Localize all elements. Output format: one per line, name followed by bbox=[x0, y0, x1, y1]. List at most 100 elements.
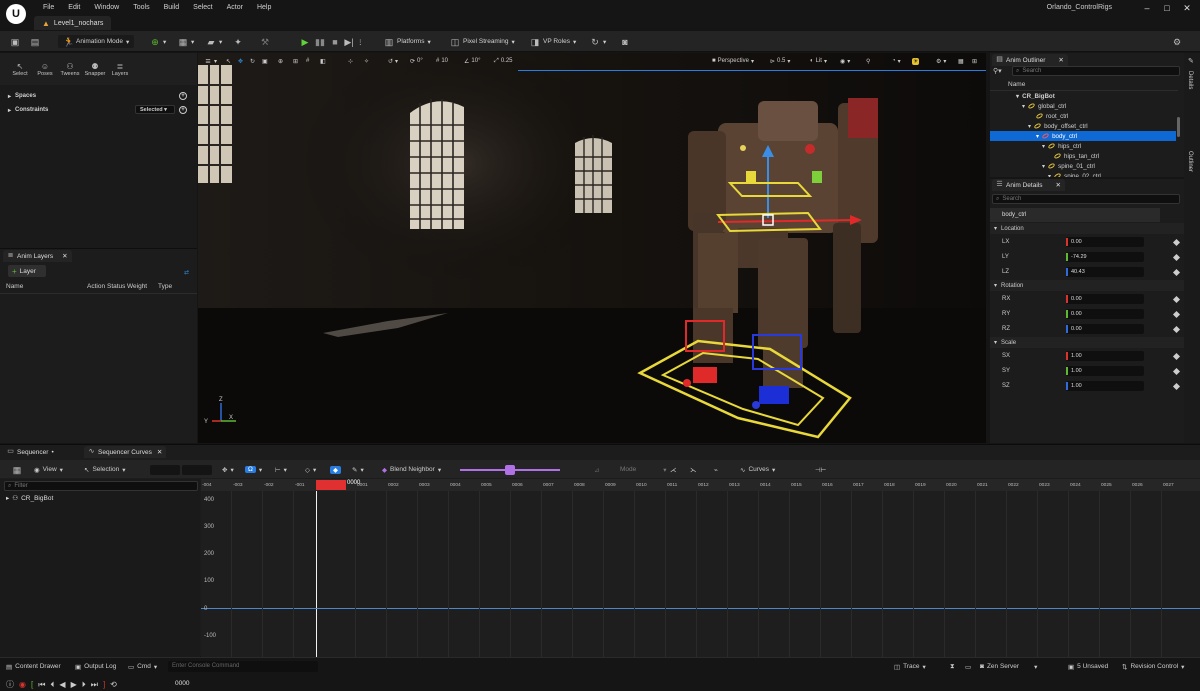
rotation-snap-value[interactable]: ⟳ 0° bbox=[410, 56, 423, 66]
tree-row-spine-02-ctrl[interactable]: ▾ spine_02_ctrl bbox=[990, 171, 1176, 177]
menu-help[interactable]: Help bbox=[250, 3, 278, 13]
blend-slider-handle[interactable] bbox=[505, 465, 515, 475]
tab-anim-details[interactable]: ☰ Anim Details ✕ bbox=[992, 179, 1065, 191]
source-control-button[interactable]: ↻ ▾ bbox=[590, 35, 606, 48]
blueprint-button[interactable]: ▦ ▾ bbox=[178, 35, 195, 48]
details-search-input[interactable]: ⌕ Search bbox=[992, 194, 1180, 204]
viewport-menu-button[interactable]: ≡ ▾ bbox=[204, 56, 217, 66]
frame-display[interactable]: 0000 bbox=[175, 680, 189, 687]
outliner-scrollbar[interactable] bbox=[1177, 117, 1180, 137]
range-end-icon[interactable]: ] bbox=[103, 680, 105, 689]
range-input-1[interactable] bbox=[150, 465, 180, 475]
perspective-dropdown[interactable]: ■ Perspective ▾ bbox=[712, 56, 754, 66]
close-tab-icon[interactable]: ✕ bbox=[62, 252, 67, 260]
range-input-2[interactable] bbox=[182, 465, 212, 475]
tab-anim-layers[interactable]: ≣ Anim Layers ✕ bbox=[3, 250, 72, 262]
play-icon[interactable]: ▶ bbox=[71, 680, 77, 689]
tab-anim-outliner[interactable]: ▤ Anim Outliner ✕ bbox=[992, 54, 1068, 66]
close-tab-icon[interactable]: ✕ bbox=[1055, 181, 1060, 189]
menu-build[interactable]: Build bbox=[157, 3, 187, 13]
tree-row-global-ctrl[interactable]: ▾ global_ctrl bbox=[990, 101, 1176, 111]
column-status[interactable]: Status bbox=[107, 283, 125, 290]
section-location[interactable]: ▾ Location bbox=[990, 223, 1184, 234]
key-tangents[interactable]: ◇ ▾ bbox=[305, 464, 316, 475]
vr-button[interactable]: ◙ bbox=[620, 35, 630, 48]
layout-button[interactable]: ▦ bbox=[958, 56, 964, 66]
skip-to-start-icon[interactable]: ⏮ bbox=[38, 680, 45, 690]
column-action[interactable]: Action bbox=[87, 283, 105, 290]
mode-tweens[interactable]: ⚇ Tweens bbox=[58, 63, 82, 78]
unsaved-button[interactable]: ▣ 5 Unsaved bbox=[1068, 661, 1108, 672]
content-drawer-button[interactable]: ▤ Content Drawer bbox=[6, 661, 61, 672]
close-tab-icon[interactable]: ✕ bbox=[1058, 56, 1063, 64]
property-value-sz[interactable]: 1.00 bbox=[1066, 381, 1144, 391]
level-viewport[interactable]: Y Z X ≡ ▾ ↖ ✥ ↻ ▣ ⊕ ⊞ # ◧ ⊹ ✧ ↺ ▾ ⟳ 0° #10 … bbox=[198, 53, 986, 443]
tool-button-1[interactable]: ✦ bbox=[233, 35, 243, 48]
derived-data-button[interactable]: ⧗ bbox=[950, 661, 955, 672]
tree-row-hips-tan-ctrl[interactable]: hips_tan_ctrl bbox=[990, 151, 1176, 161]
info-icon[interactable]: ⓘ bbox=[6, 679, 14, 690]
coordinate-dropdown[interactable]: ↺ ▾ bbox=[388, 56, 398, 66]
keyframe-icon[interactable] bbox=[1172, 238, 1181, 247]
menu-actor[interactable]: Actor bbox=[220, 3, 250, 13]
side-tab-details[interactable]: Details bbox=[1187, 71, 1193, 89]
keyframe-icon[interactable] bbox=[1172, 253, 1181, 262]
level-tab[interactable]: ▲ Level1_nochars bbox=[34, 16, 112, 30]
gizmo-tool[interactable]: ✧ bbox=[364, 56, 369, 66]
pivot-tool[interactable]: ⊹ bbox=[348, 56, 353, 66]
minimize-icon[interactable]: – bbox=[1140, 2, 1154, 14]
tab-sequencer[interactable]: ▭ Sequencer • bbox=[3, 446, 58, 458]
save-button[interactable]: ▣ bbox=[10, 35, 20, 48]
console-input[interactable]: Enter Console Command bbox=[168, 661, 318, 672]
tree-row-body-offset-ctrl[interactable]: ▾ body_offset_ctrl bbox=[990, 121, 1176, 131]
keyframe-icon[interactable] bbox=[1172, 352, 1181, 361]
tool-button-2[interactable]: ⚒ bbox=[260, 35, 270, 48]
mode-dropdown[interactable]: 🏃 Animation Mode ▾ bbox=[58, 35, 135, 48]
property-value-ry[interactable]: 0.00 bbox=[1066, 309, 1144, 319]
mode-poses[interactable]: ☺ Poses bbox=[33, 63, 57, 78]
range-start-icon[interactable]: [ bbox=[31, 680, 33, 689]
view-dropdown[interactable]: ◉ View ▾ bbox=[34, 464, 63, 475]
trace-dropdown[interactable]: ◫ Trace ▾ bbox=[894, 661, 926, 672]
pixel-streaming-dropdown[interactable]: ◫ Pixel Streaming ▾ bbox=[450, 35, 515, 48]
pause-button[interactable]: ▮▮ bbox=[315, 35, 325, 48]
tree-row-root-ctrl[interactable]: root_ctrl bbox=[990, 111, 1176, 121]
settings-button[interactable]: ⚙ bbox=[1172, 35, 1182, 48]
menu-tools[interactable]: Tools bbox=[126, 3, 156, 13]
menu-window[interactable]: Window bbox=[87, 3, 126, 13]
maximize-icon[interactable]: □ bbox=[1160, 2, 1174, 14]
surface-snap[interactable]: ⊞ bbox=[293, 56, 298, 66]
tangent-tool-1[interactable]: ⋌ bbox=[670, 464, 677, 475]
layer-options-icon[interactable]: ⇄ bbox=[184, 269, 189, 276]
selection-dropdown[interactable]: ↖ Selection ▾ bbox=[84, 464, 125, 475]
play-options-button[interactable]: ▶| ⋮ bbox=[344, 35, 363, 48]
step-back-icon[interactable]: ⏴ bbox=[50, 680, 54, 690]
menu-edit[interactable]: Edit bbox=[61, 3, 87, 13]
scale-tool[interactable]: ▣ bbox=[262, 56, 268, 66]
add-actor-button[interactable]: ⊕ ▾ bbox=[150, 35, 166, 48]
split-button[interactable]: ⊣⊢ bbox=[815, 464, 826, 475]
keyframe-icon[interactable] bbox=[1172, 295, 1181, 304]
filter-button[interactable]: ⊿ bbox=[594, 464, 599, 475]
blend-dropdown[interactable]: ◆ Blend Neighbor ▾ bbox=[382, 464, 441, 475]
zen-server-button[interactable]: ◙ Zen Server ▾ bbox=[980, 661, 1037, 672]
section-rotation[interactable]: ▾ Rotation bbox=[990, 280, 1184, 291]
mode-snapper[interactable]: ⚉ Snapper bbox=[83, 63, 107, 78]
play-reverse-icon[interactable]: ◀ bbox=[59, 680, 65, 689]
mode-dropdown-seq[interactable]: Mode ▾ bbox=[620, 464, 667, 475]
property-value-ly[interactable]: -74.29 bbox=[1066, 252, 1144, 262]
keyframe-icon[interactable] bbox=[1172, 268, 1181, 277]
step-forward-icon[interactable]: ⏵ bbox=[82, 680, 86, 690]
property-value-rz[interactable]: 0.00 bbox=[1066, 324, 1144, 334]
pin-icon[interactable]: ✎ bbox=[1188, 57, 1194, 65]
pen-tool[interactable]: ✎ ▾ bbox=[352, 464, 364, 475]
curves-options-button[interactable]: ▦ bbox=[12, 464, 22, 475]
spaces-section[interactable]: ▸ Spaces + bbox=[0, 90, 195, 102]
world-space-toggle[interactable]: ⊕ bbox=[278, 56, 283, 66]
tree-row-body-ctrl[interactable]: ▾ body_ctrl bbox=[990, 131, 1176, 141]
viewport-settings[interactable]: ⚙ ▾ bbox=[936, 56, 946, 66]
tree-row-cr-bigbot[interactable]: ▾ CR_BigBot bbox=[990, 91, 1176, 101]
platforms-dropdown[interactable]: ▥ Platforms ▾ bbox=[384, 35, 431, 48]
tab-sequencer-curves[interactable]: ∿ Sequencer Curves ✕ bbox=[84, 446, 167, 458]
outliner-column-name[interactable]: Name bbox=[1008, 81, 1025, 88]
